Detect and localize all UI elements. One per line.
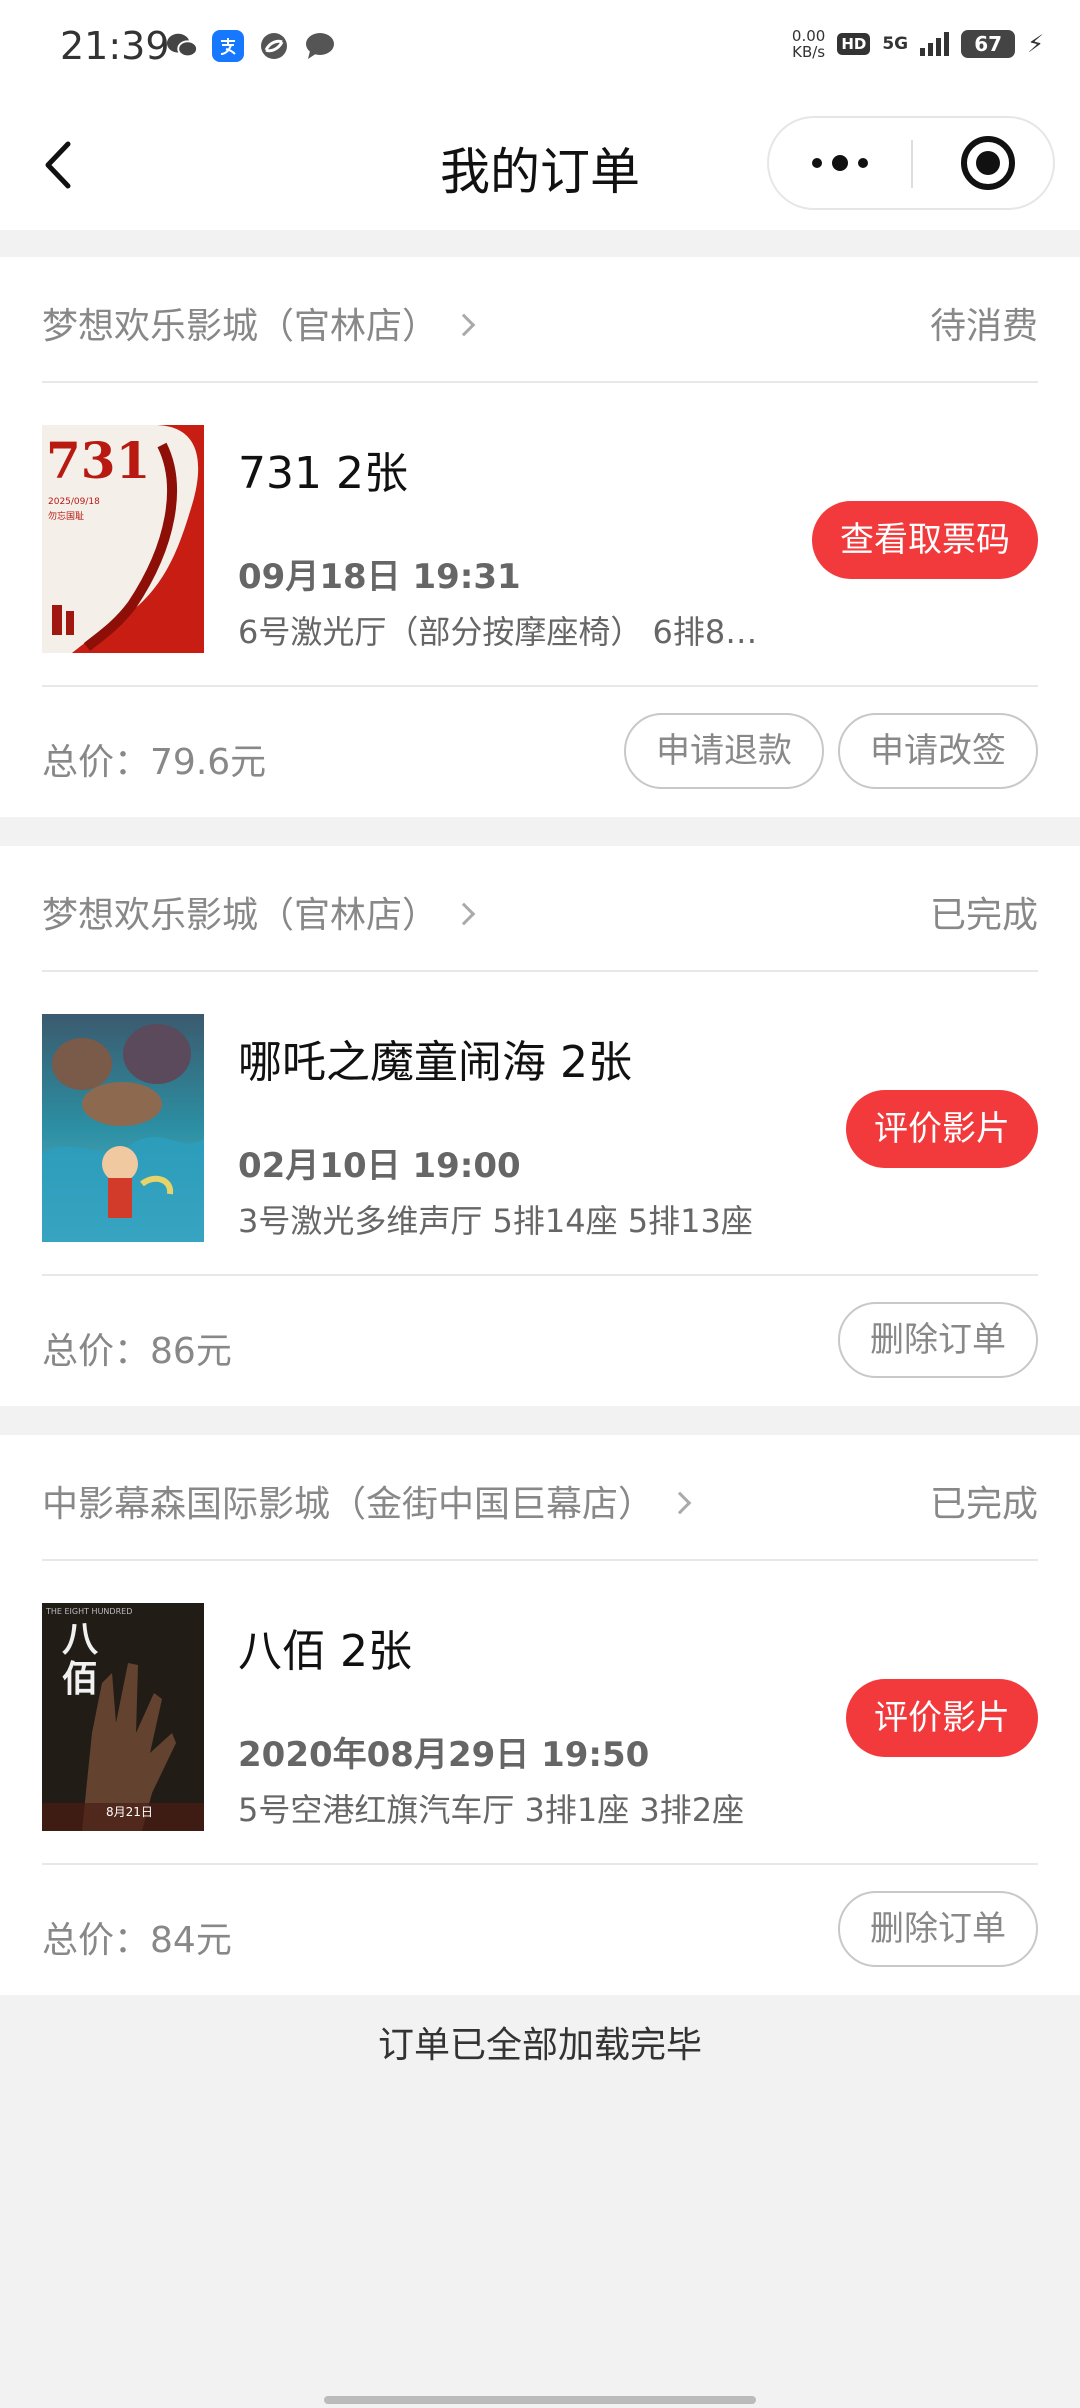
sync-icon bbox=[258, 30, 290, 62]
more-button[interactable] bbox=[769, 118, 911, 208]
order-status: 已完成 bbox=[929, 895, 1038, 936]
poster-subtitle: THE EIGHT HUNDRED bbox=[46, 1607, 133, 1616]
movie-poster: THE EIGHT HUNDRED 八佰 8月21日 bbox=[42, 1603, 204, 1831]
signal-icon bbox=[920, 32, 950, 56]
total-price: 总价： 84元 bbox=[42, 1920, 232, 1961]
message-icon bbox=[304, 30, 336, 62]
order-status: 已完成 bbox=[929, 1484, 1038, 1525]
cinema-name[interactable]: 梦想欢乐影城（官林店） bbox=[42, 297, 476, 349]
showtime: 09月18日 19:31 bbox=[238, 557, 521, 597]
hall-seats: 5号空港红旗汽车厅 3排1座 3排2座 bbox=[238, 1791, 745, 1829]
chevron-right-icon bbox=[452, 313, 476, 337]
movie-title: 哪吒之魔童闹海 2张 bbox=[238, 1037, 632, 1088]
hall-seats: 6号激光厅（部分按摩座椅） 6排8… bbox=[238, 613, 758, 651]
order-actions: 申请退款 申请改签 bbox=[624, 713, 1038, 789]
total-price: 总价： 86元 bbox=[42, 1331, 232, 1372]
poster-title: 731 bbox=[46, 431, 151, 490]
capsule-divider bbox=[911, 140, 913, 188]
all-loaded-note: 订单已全部加载完毕 bbox=[377, 2025, 702, 2066]
status-bar: 21:39 0.00 KB/s HD 5G 67 ⚡ bbox=[0, 0, 1080, 100]
chevron-right-icon bbox=[452, 902, 476, 926]
order-footer: 总价： 86元 删除订单 bbox=[42, 1278, 1038, 1406]
charging-icon: ⚡ bbox=[1027, 30, 1044, 58]
order-body[interactable]: 731 2025/09/18 勿忘国耻 731 2张 09月18日 19:31 … bbox=[42, 385, 1038, 687]
cinema-name[interactable]: 梦想欢乐影城（官林店） bbox=[42, 886, 476, 938]
movie-title: 八佰 2张 bbox=[238, 1626, 412, 1677]
poster-tagline: 勿忘国耻 bbox=[48, 512, 85, 522]
view-ticket-code-button[interactable]: 查看取票码 bbox=[812, 501, 1038, 579]
order-card: 中影幕森国际影城（金街中国巨幕店） 已完成 THE EIGHT HUNDRED … bbox=[0, 1435, 1080, 1995]
hall-seats: 3号激光多维声厅 5排14座 5排13座 bbox=[238, 1202, 753, 1240]
movie-poster: 731 2025/09/18 勿忘国耻 bbox=[42, 425, 204, 653]
miniprogram-capsule bbox=[767, 116, 1055, 210]
reschedule-button[interactable]: 申请改签 bbox=[838, 713, 1038, 789]
battery-icon: 67 bbox=[961, 30, 1016, 58]
order-actions: 删除订单 bbox=[838, 1302, 1038, 1378]
order-card: 梦想欢乐影城（官林店） 待消费 731 2025/09/18 勿忘国耻 731 … bbox=[0, 257, 1080, 817]
total-price: 总价： 79.6元 bbox=[42, 742, 267, 783]
rate-movie-button[interactable]: 评价影片 bbox=[846, 1679, 1038, 1757]
poster-date: 8月21日 bbox=[106, 1805, 153, 1819]
status-notification-icons bbox=[166, 30, 336, 62]
net-speed: 0.00 KB/s bbox=[791, 27, 826, 61]
order-actions: 删除订单 bbox=[838, 1891, 1038, 1967]
showtime: 2020年08月29日 19:50 bbox=[238, 1735, 650, 1775]
chevron-right-icon bbox=[668, 1491, 692, 1515]
movie-title: 731 2张 bbox=[238, 448, 408, 499]
status-system-icons: 0.00 KB/s HD 5G 67 ⚡ bbox=[792, 28, 1044, 60]
wechat-icon bbox=[166, 30, 198, 62]
order-header[interactable]: 梦想欢乐影城（官林店） 待消费 bbox=[42, 257, 1038, 383]
status-time: 21:39 bbox=[60, 24, 170, 68]
cinema-name[interactable]: 中影幕森国际影城（金街中国巨幕店） bbox=[42, 1475, 692, 1527]
nav-bar: 我的订单 bbox=[0, 100, 1080, 230]
poster-date: 2025/09/18 bbox=[48, 497, 100, 507]
rate-movie-button[interactable]: 评价影片 bbox=[846, 1090, 1038, 1168]
refund-button[interactable]: 申请退款 bbox=[624, 713, 824, 789]
order-header[interactable]: 梦想欢乐影城（官林店） 已完成 bbox=[42, 846, 1038, 972]
order-body[interactable]: 哪吒之魔童闹海 2张 02月10日 19:00 3号激光多维声厅 5排14座 5… bbox=[42, 974, 1038, 1276]
order-status: 待消费 bbox=[929, 306, 1038, 347]
delete-order-button[interactable]: 删除订单 bbox=[838, 1891, 1038, 1967]
hd-badge: HD bbox=[837, 33, 871, 55]
alipay-icon bbox=[212, 30, 244, 62]
movie-poster bbox=[42, 1014, 204, 1242]
order-footer: 总价： 79.6元 申请退款 申请改签 bbox=[42, 689, 1038, 817]
order-footer: 总价： 84元 删除订单 bbox=[42, 1867, 1038, 1995]
network-type: 5G bbox=[882, 34, 909, 54]
showtime: 02月10日 19:00 bbox=[238, 1146, 521, 1186]
order-body[interactable]: THE EIGHT HUNDRED 八佰 8月21日 八佰 2张 2020年08… bbox=[42, 1563, 1038, 1865]
home-indicator[interactable] bbox=[324, 2396, 756, 2404]
poster-title: 八佰 bbox=[62, 1618, 99, 1700]
order-card: 梦想欢乐影城（官林店） 已完成 哪吒之魔童闹海 2张 02月10日 19:00 … bbox=[0, 846, 1080, 1406]
close-miniprogram-button[interactable] bbox=[961, 136, 1015, 190]
delete-order-button[interactable]: 删除订单 bbox=[838, 1302, 1038, 1378]
order-header[interactable]: 中影幕森国际影城（金街中国巨幕店） 已完成 bbox=[42, 1435, 1038, 1561]
